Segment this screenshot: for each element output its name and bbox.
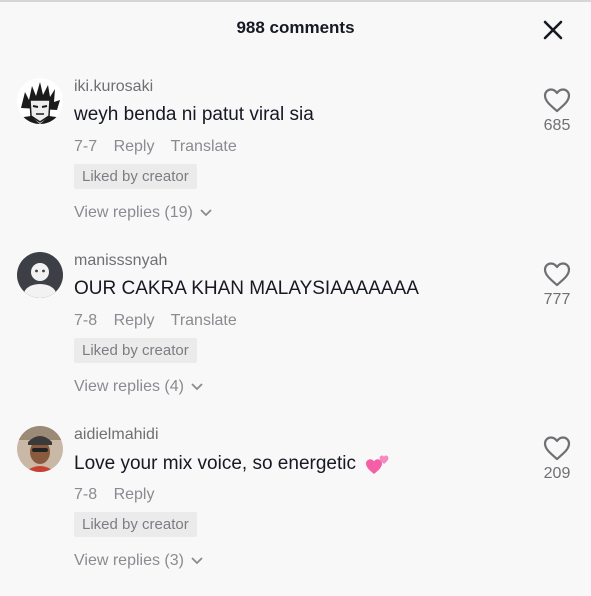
view-replies-label: View replies (3) [74, 552, 184, 569]
reply-button[interactable]: Reply [114, 138, 155, 155]
like-count: 209 [543, 465, 571, 482]
like-count: 777 [543, 291, 571, 308]
two-hearts-emoji [366, 455, 389, 474]
comment-item: iki.kurosaki weyh benda ni patut viral s… [0, 78, 591, 248]
liked-by-creator-badge: Liked by creator [74, 338, 197, 363]
comment-item: aidielmahidi Love your mix voice, so ene… [0, 426, 591, 596]
chevron-down-icon [191, 383, 204, 391]
comment-date: 7-7 [74, 138, 98, 155]
reply-button[interactable]: Reply [114, 486, 155, 503]
comment-text: Love your mix voice, so energetic [74, 452, 391, 476]
comment-username[interactable]: aidielmahidi [74, 426, 159, 444]
view-replies-label: View replies (4) [74, 378, 184, 395]
comments-header: 988 comments [0, 0, 591, 58]
chevron-down-icon [191, 557, 204, 565]
photo-avatar[interactable] [17, 426, 63, 472]
comment-username[interactable]: iki.kurosaki [74, 78, 153, 96]
chevron-down-icon [200, 209, 212, 217]
liked-by-creator-badge: Liked by creator [74, 512, 197, 537]
view-replies-label: View replies (19) [74, 204, 193, 221]
translate-button[interactable]: Translate [171, 312, 237, 329]
comment-text: weyh benda ni patut viral sia [74, 104, 314, 125]
reply-button[interactable]: Reply [114, 312, 155, 329]
liked-by-creator-badge: Liked by creator [74, 164, 197, 189]
default-avatar[interactable] [17, 252, 63, 298]
comment-username[interactable]: manisssnyah [74, 252, 167, 270]
heart-icon [543, 88, 571, 113]
close-icon[interactable] [540, 17, 566, 43]
view-replies-button[interactable]: View replies (4) [74, 378, 204, 396]
comment-date: 7-8 [74, 312, 98, 329]
comment-text-content: Love your mix voice, so energetic [74, 453, 356, 475]
translate-button[interactable]: Translate [171, 138, 237, 155]
comment-date: 7-8 [74, 486, 98, 503]
view-replies-button[interactable]: View replies (3) [74, 552, 204, 570]
comments-count-title: 988 comments [236, 18, 355, 37]
comment-text: OUR CAKRA KHAN MALAYSIAAAAAAA [74, 278, 419, 299]
comment-meta: 7-7 Reply Translate [74, 138, 249, 156]
comment-meta: 7-8 Reply [74, 486, 166, 504]
comment-meta: 7-8 Reply Translate [74, 312, 249, 330]
heart-icon [543, 436, 571, 461]
view-replies-button[interactable]: View replies (19) [74, 204, 213, 222]
like-button[interactable]: 209 [538, 434, 576, 483]
heart-icon [543, 262, 571, 287]
like-button[interactable]: 685 [538, 86, 576, 135]
like-button[interactable]: 777 [538, 260, 576, 309]
anime-avatar[interactable] [17, 78, 63, 124]
like-count: 685 [543, 117, 571, 134]
comment-item: manisssnyah OUR CAKRA KHAN MALAYSIAAAAAA… [0, 252, 591, 422]
